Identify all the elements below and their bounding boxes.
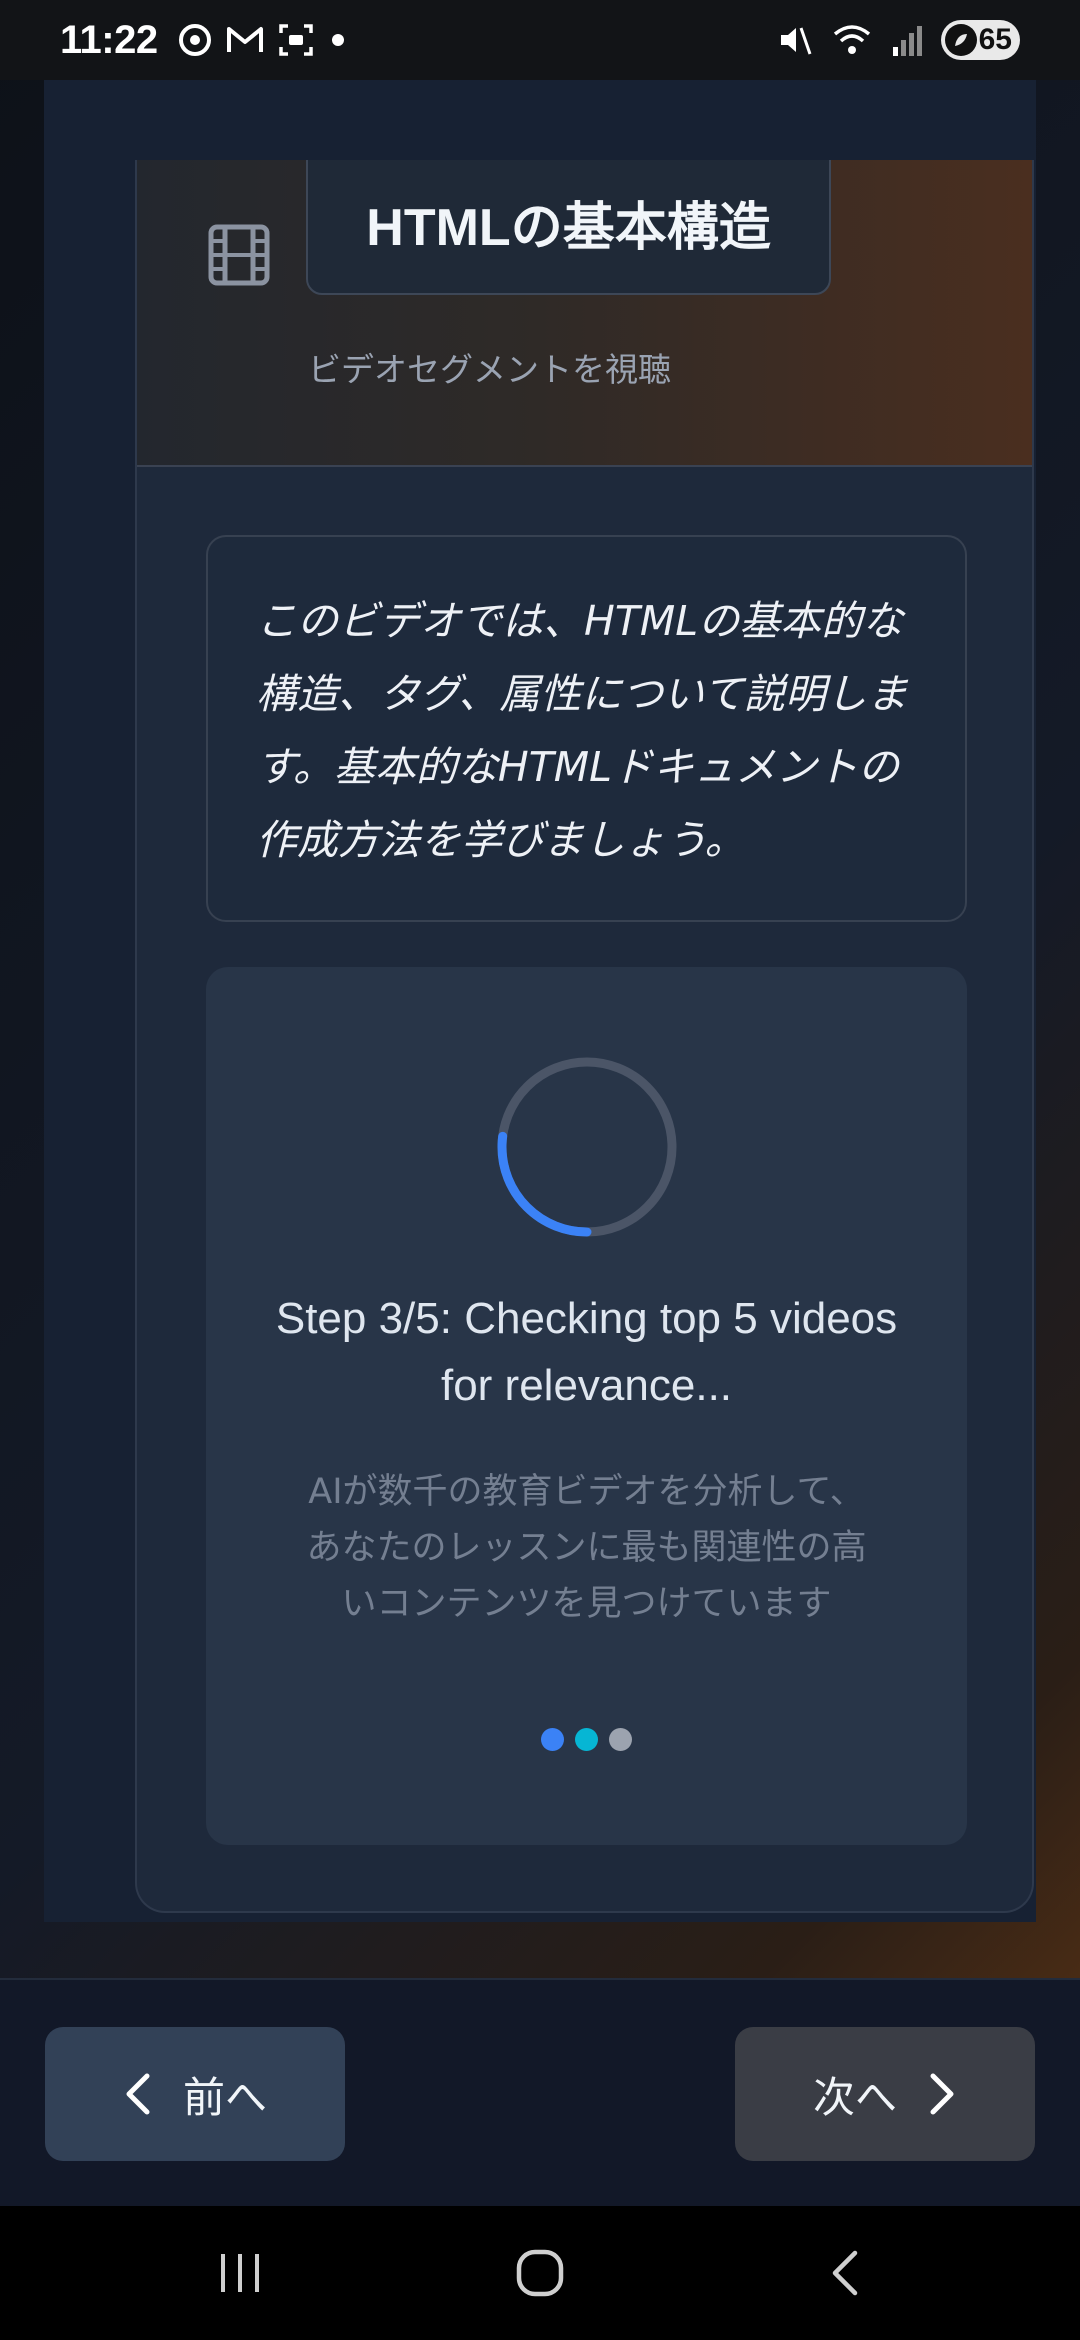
lesson-subtitle: ビデオセグメントを視聴: [308, 350, 671, 389]
signal-icon: [892, 26, 922, 56]
status-time: 11:22: [60, 17, 158, 62]
system-navigation-bar: [0, 2206, 1080, 2340]
description-box: このビデオでは、HTMLの基本的な構造、タグ、属性について説明します。基本的なH…: [206, 535, 967, 922]
card-header: HTMLの基本構造 ビデオセグメントを視聴: [137, 160, 1032, 467]
system-icons: 65: [777, 20, 1020, 60]
next-label: 次へ: [812, 2072, 897, 2122]
battery-level: 65: [978, 23, 1012, 56]
back-button[interactable]: [785, 2206, 905, 2340]
lesson-nav-bar: 前へ 次へ: [0, 1978, 1080, 2206]
loading-dots: [541, 1728, 632, 1751]
chevron-left-icon: [126, 2073, 150, 2115]
back-icon: [832, 2250, 858, 2296]
lesson-description: このビデオでは、HTMLの基本的な構造、タグ、属性について説明します。基本的なH…: [256, 597, 908, 864]
loading-spinner-icon: [497, 1057, 677, 1237]
status-bar: 11:22 65: [0, 0, 1080, 80]
chrome-icon: [178, 24, 211, 56]
next-button[interactable]: 次へ: [735, 2027, 1035, 2161]
home-button[interactable]: [480, 2206, 600, 2340]
recent-apps-icon: [221, 2254, 259, 2292]
notification-dot-icon: [331, 34, 344, 46]
previous-button[interactable]: 前へ: [45, 2027, 345, 2161]
video-search-loading: Step 3/5: Checking top 5 videos for rele…: [206, 967, 967, 1845]
loading-dot: [609, 1728, 632, 1751]
battery-saver-icon: [944, 24, 977, 56]
loading-step-text: Step 3/5: Checking top 5 videos for rele…: [275, 1294, 898, 1410]
lesson-title: HTMLの基本構造: [366, 199, 771, 257]
battery-indicator: 65: [940, 20, 1020, 60]
lesson-title-box: HTMLの基本構造: [306, 160, 831, 295]
film-icon: [208, 224, 270, 286]
lesson-panel: HTMLの基本構造 ビデオセグメントを視聴 このビデオでは、HTMLの基本的な構…: [44, 80, 1036, 1922]
notification-icons: [178, 23, 348, 57]
screenshot-icon: [278, 24, 313, 56]
chevron-right-icon: [930, 2073, 954, 2115]
gmail-icon: [226, 27, 263, 52]
loading-description: AIが数千の教育ビデオを分析して、あなたのレッスンに最も関連性の高いコンテンツを…: [306, 1472, 867, 1624]
loading-dot: [575, 1728, 598, 1751]
screen: 11:22 65 HTMLの基本構造 ビデオセグメントを視聴 このビデオでは、H…: [0, 0, 1080, 2340]
loading-dot: [541, 1728, 564, 1751]
mute-icon: [780, 27, 812, 55]
wifi-icon: [833, 25, 870, 54]
video-segment-card: HTMLの基本構造 ビデオセグメントを視聴 このビデオでは、HTMLの基本的な構…: [135, 160, 1034, 1913]
recent-apps-button[interactable]: [180, 2206, 300, 2340]
home-icon: [516, 2249, 564, 2297]
previous-label: 前へ: [182, 2072, 267, 2122]
